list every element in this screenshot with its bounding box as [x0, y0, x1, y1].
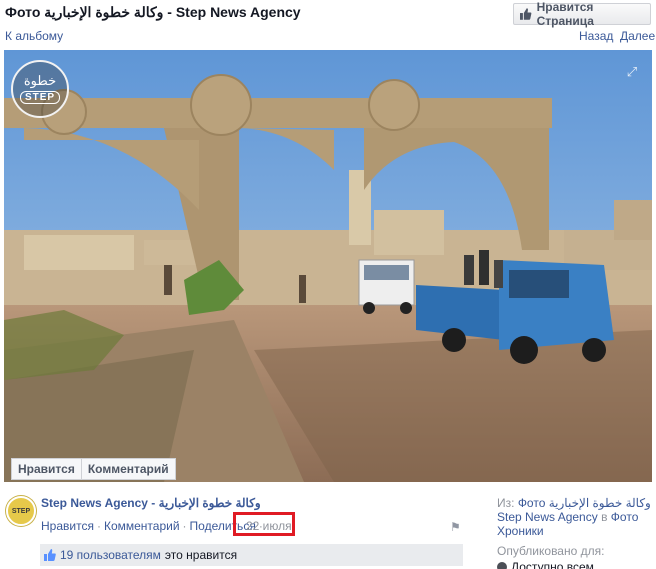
source-page-link[interactable]: Step News Agency	[497, 510, 598, 524]
separator-dot: ·	[182, 519, 187, 533]
post-like-link[interactable]: Нравится	[41, 519, 94, 533]
fullscreen-icon[interactable]: ⤢	[625, 65, 639, 79]
likes-suffix: это нравится	[164, 548, 238, 562]
separator-dot: ·	[96, 519, 101, 533]
audience-label: Доступно всем	[511, 560, 594, 569]
photo-navigation: К альбому Назад Далее	[0, 28, 656, 48]
avatar[interactable]: STEP	[6, 496, 36, 526]
like-page-label: Нравится Страница	[536, 0, 594, 28]
page-title: Фото وكالة خطوة الإخبارية - Step News Ag…	[5, 4, 301, 20]
photo-action-bar: Нравится Комментарий	[11, 458, 176, 480]
photo-like-button[interactable]: Нравится	[11, 458, 82, 480]
author-link[interactable]: Step News Agency - وكالة خطوة الإخبارية	[41, 496, 261, 510]
photo-image	[4, 50, 652, 482]
from-label: Из:	[497, 496, 515, 510]
likes-count-link[interactable]: 19 пользователям	[60, 548, 161, 562]
previous-photo-link[interactable]: Назад	[579, 29, 613, 43]
likes-summary: 19 пользователям это нравится	[40, 544, 463, 566]
like-page-button[interactable]: Нравится Страница	[513, 0, 651, 28]
photo-viewer[interactable]: خطوة STEP ⤢ Нравится Комментарий	[4, 50, 652, 482]
photo-comment-button[interactable]: Комментарий	[81, 458, 176, 480]
globe-icon	[497, 562, 507, 569]
back-to-album-link[interactable]: К альбому	[5, 29, 63, 43]
published-label: Опубликовано для:	[497, 544, 605, 558]
flag-icon[interactable]: ⚑	[450, 520, 462, 534]
source-photos-link[interactable]: Фото وكالة خطوة الإخبارية	[518, 496, 651, 510]
thumb-up-icon	[44, 549, 56, 561]
title-bar: Фото وكالة خطوة الإخبارية - Step News Ag…	[0, 0, 656, 28]
in-label: в	[601, 510, 608, 524]
photo-source-info: Из: Фото وكالة خطوة الإخبارية Step News …	[497, 496, 653, 538]
post-date-link[interactable]: 22 июля	[246, 519, 292, 533]
post-comment-link[interactable]: Комментарий	[104, 519, 180, 533]
next-photo-link[interactable]: Далее	[620, 29, 655, 43]
step-agency-logo: خطوة STEP	[11, 60, 69, 118]
audience-selector[interactable]: Доступно всем	[497, 560, 594, 569]
thumb-up-icon	[520, 8, 532, 20]
